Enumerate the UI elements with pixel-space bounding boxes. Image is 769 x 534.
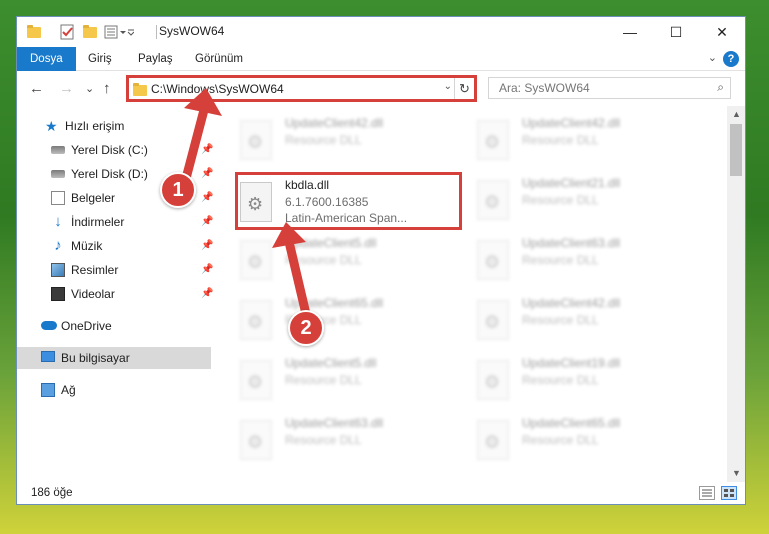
arrow-1-head (184, 88, 222, 116)
arrow-2-head (272, 222, 306, 248)
step-2-callout: 2 (288, 310, 324, 346)
annotation-arrows (179, 88, 311, 319)
arrow-2 (285, 241, 311, 319)
step-1-callout: 1 (160, 172, 196, 208)
